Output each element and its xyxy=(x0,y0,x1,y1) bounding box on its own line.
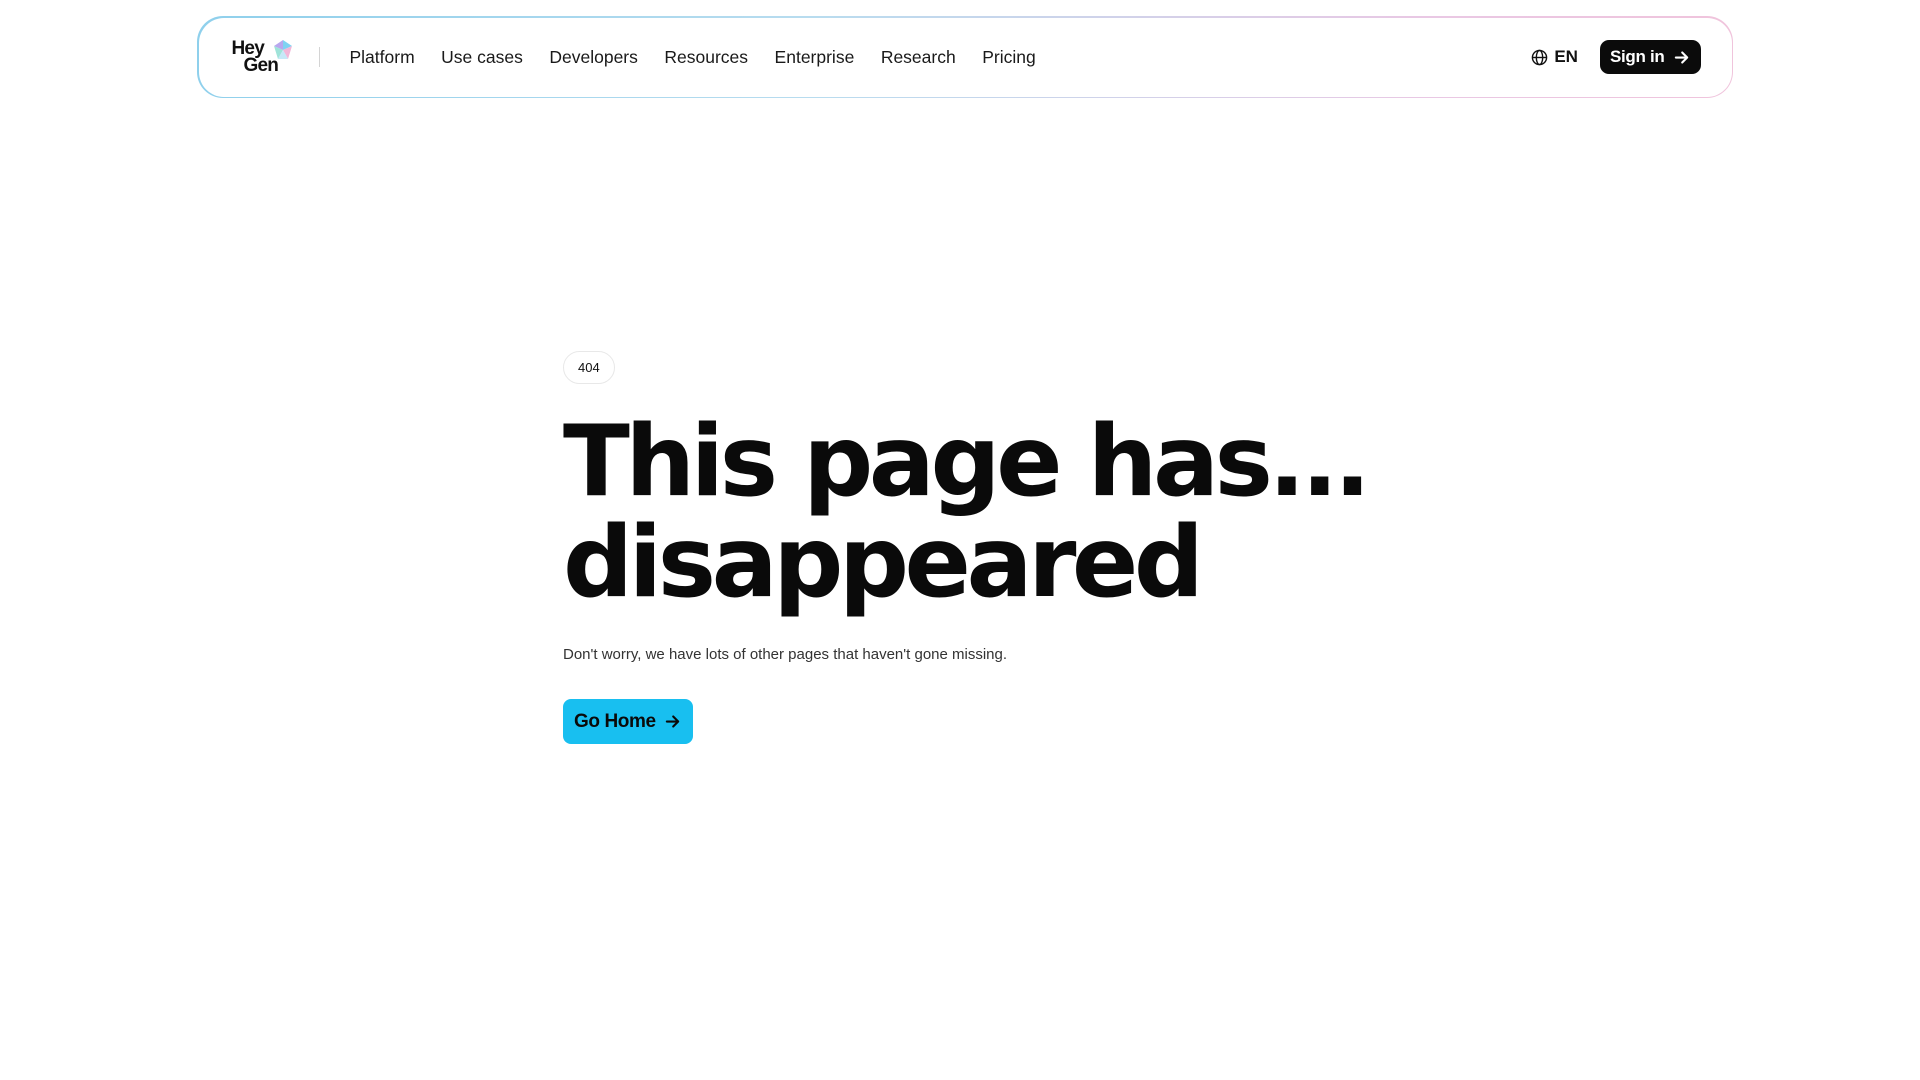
error-code-badge: 404 xyxy=(563,351,615,384)
nav-item-research[interactable]: Research xyxy=(881,47,956,68)
go-home-button[interactable]: Go Home xyxy=(563,699,693,744)
nav-divider xyxy=(318,47,320,67)
language-label: EN xyxy=(1554,47,1578,66)
nav-item-enterprise[interactable]: Enterprise xyxy=(775,47,855,68)
sign-in-button[interactable]: Sign in xyxy=(1599,40,1701,74)
logo-gem-icon xyxy=(273,40,292,59)
nav-menu: Platform Use cases Developers Resources … xyxy=(350,47,1063,68)
arrow-right-icon xyxy=(665,715,679,728)
top-navbar: Hey Gen Platform Use cases Developers Re… xyxy=(197,16,1733,98)
navbar-inner: Hey Gen Platform Use cases Developers Re… xyxy=(198,17,1732,97)
nav-item-pricing[interactable]: Pricing xyxy=(982,47,1036,68)
nav-right: EN Sign in xyxy=(1531,40,1701,74)
page-title-line-2: disappeared xyxy=(563,506,1204,620)
language-selector[interactable]: EN xyxy=(1531,47,1578,67)
nav-item-use-cases[interactable]: Use cases xyxy=(441,47,523,68)
page-title-line-1: This page has... xyxy=(563,405,1371,519)
heygen-logo[interactable]: Hey Gen xyxy=(232,37,294,77)
nav-item-resources[interactable]: Resources xyxy=(664,47,748,68)
page-title: This page has... disappeared xyxy=(563,412,1463,614)
error-subtext: Don't worry, we have lots of other pages… xyxy=(563,646,1008,663)
nav-item-developers[interactable]: Developers xyxy=(549,47,638,68)
globe-icon xyxy=(1532,49,1548,65)
go-home-label: Go Home xyxy=(574,710,656,732)
nav-item-platform[interactable]: Platform xyxy=(350,47,415,68)
arrow-right-icon xyxy=(1674,50,1688,64)
error-content: 404 This page has... disappeared Don't w… xyxy=(563,351,1463,744)
sign-in-label: Sign in xyxy=(1609,47,1665,66)
